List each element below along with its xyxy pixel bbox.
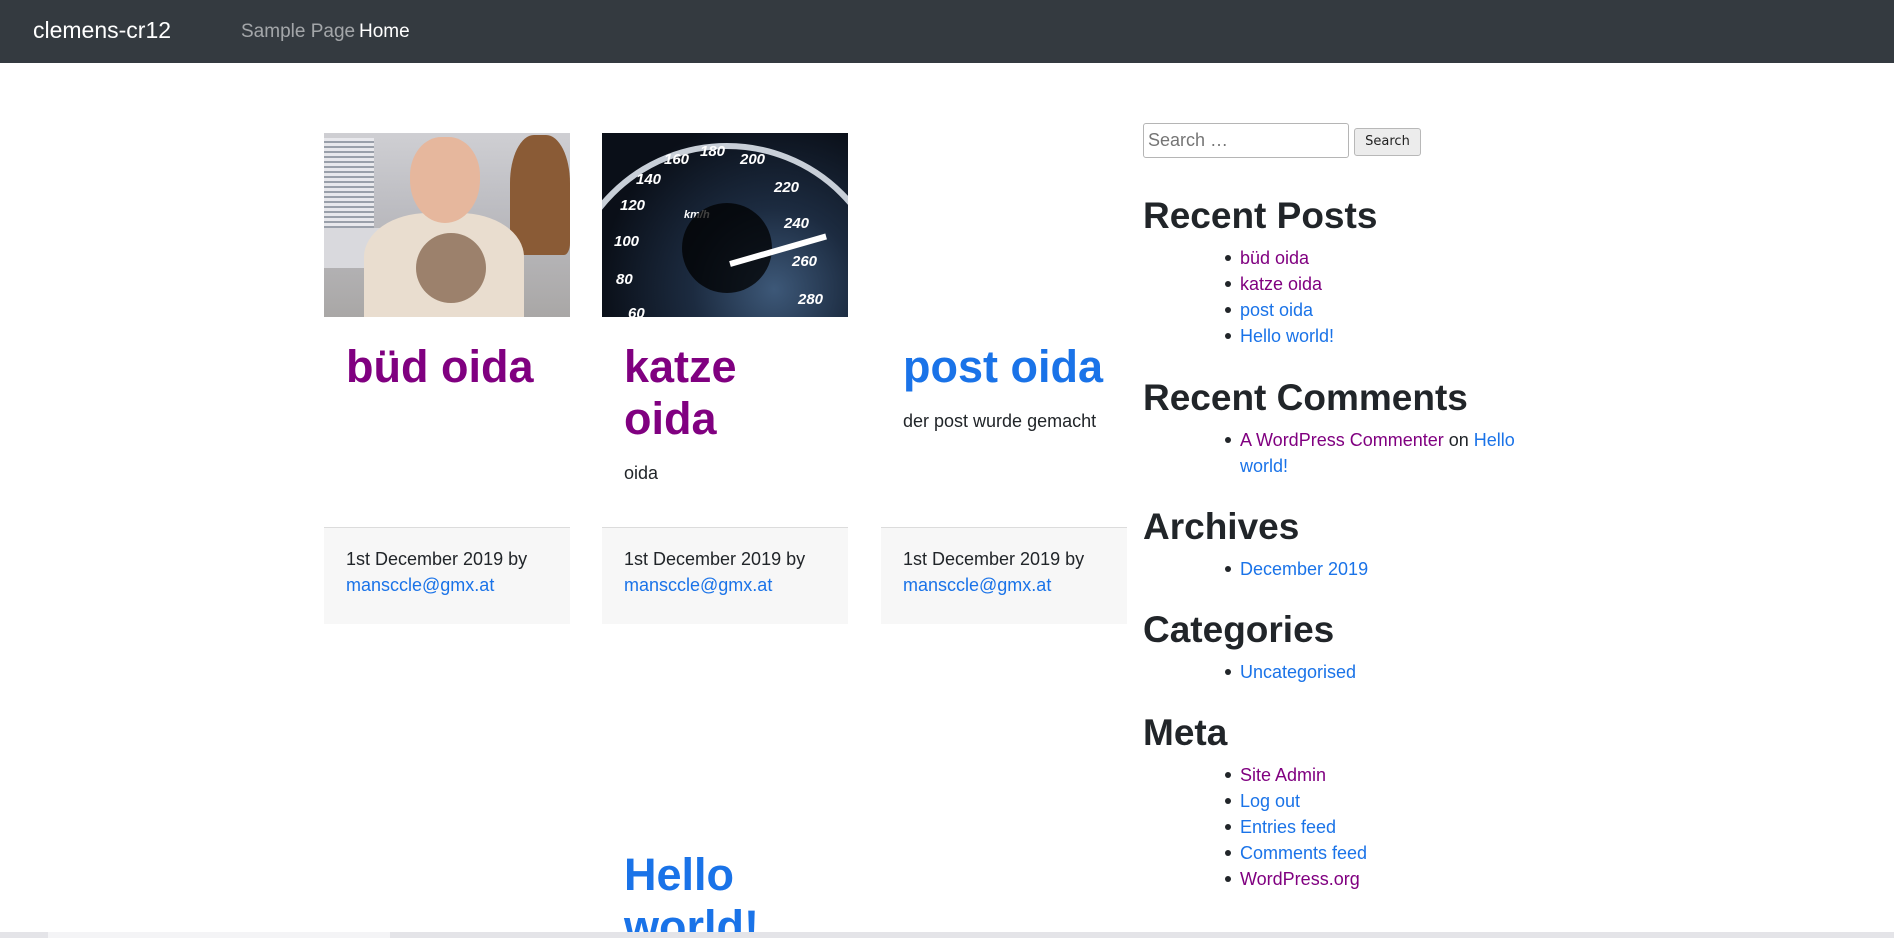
archives-list: December 2019: [1224, 556, 1368, 582]
list-item: Comments feed: [1224, 840, 1367, 866]
gauge-tick-label: 100: [614, 233, 640, 250]
gauge-tick-label: 240: [784, 215, 810, 232]
recent-post-link[interactable]: büd oida: [1240, 248, 1309, 268]
list-item: Site Admin: [1224, 762, 1367, 788]
category-link[interactable]: Uncategorised: [1240, 662, 1356, 682]
recent-post-link[interactable]: Hello world!: [1240, 326, 1334, 346]
post-title-link[interactable]: post oida: [903, 341, 1103, 392]
post-author-link[interactable]: mansccle@gmx.at: [346, 575, 494, 595]
recent-post-link[interactable]: post oida: [1240, 300, 1313, 320]
list-item: Log out: [1224, 788, 1367, 814]
comment-post-link[interactable]: world!: [1240, 456, 1288, 476]
post-card: post oida der post wurde gemacht 1st Dec…: [881, 133, 1127, 624]
categories-list: Uncategorised: [1224, 659, 1356, 685]
list-item: post oida: [1224, 297, 1334, 323]
list-item: A WordPress Commenter on Hello world!: [1225, 427, 1530, 479]
gauge-tick-label: 80: [616, 271, 633, 288]
post-title-link[interactable]: büd oida: [346, 341, 533, 392]
search-button[interactable]: Search: [1354, 128, 1421, 156]
meta-link-entries-feed[interactable]: Entries feed: [1240, 817, 1336, 837]
comment-on-text: on: [1448, 430, 1469, 450]
gauge-tick-label: 220: [774, 179, 800, 196]
post-title-link[interactable]: Hello world!: [624, 849, 774, 938]
person-shape: [510, 135, 570, 255]
gauge-tick-label: 140: [636, 171, 662, 188]
post-date-by: 1st December 2019 by: [346, 549, 528, 569]
meta-link-wordpress-org[interactable]: WordPress.org: [1240, 869, 1360, 889]
silhouette-shape: [682, 203, 772, 293]
recent-posts-title: Recent Posts: [1143, 195, 1378, 236]
list-item: büd oida: [1224, 245, 1334, 271]
commenter-link[interactable]: A WordPress Commenter: [1240, 430, 1444, 450]
recent-posts-list: büd oida katze oida post oida Hello worl…: [1224, 245, 1334, 349]
list-item: December 2019: [1224, 556, 1368, 582]
archive-link[interactable]: December 2019: [1240, 559, 1368, 579]
post-excerpt: oida: [624, 463, 659, 483]
nav-link-sample-page[interactable]: Sample Page: [241, 21, 355, 43]
post-author-link[interactable]: mansccle@gmx.at: [903, 575, 1051, 595]
post-thumbnail-empty: [881, 133, 1127, 317]
recent-post-link[interactable]: katze oida: [1240, 274, 1322, 294]
list-item: WordPress.org: [1224, 866, 1367, 892]
scrollbar-thumb[interactable]: [48, 932, 390, 938]
meta-title: Meta: [1143, 712, 1228, 753]
top-navbar: clemens-cr12 Sample Page Home: [0, 0, 1894, 63]
post-excerpt: der post wurde gemacht: [903, 411, 1097, 431]
tree-print-shape: [416, 233, 486, 303]
post-card: 60 80 100 120 140 160 180 200 220 240 26…: [602, 133, 848, 624]
list-item: Entries feed: [1224, 814, 1367, 840]
gauge-tick-label: 60: [628, 305, 645, 317]
post-author-link[interactable]: mansccle@gmx.at: [624, 575, 772, 595]
post-meta-footer: 1st December 2019 by mansccle@gmx.at: [881, 527, 1127, 624]
head-shape: [410, 137, 480, 223]
post-meta-footer: 1st December 2019 by mansccle@gmx.at: [602, 527, 848, 624]
post-date-by: 1st December 2019 by: [903, 549, 1085, 569]
meta-link-comments-feed[interactable]: Comments feed: [1240, 843, 1367, 863]
gauge-tick-label: 120: [620, 197, 646, 214]
post-date-by: 1st December 2019 by: [624, 549, 806, 569]
horizontal-scrollbar[interactable]: [0, 932, 1894, 938]
search-input[interactable]: [1143, 123, 1349, 158]
gauge-tick-label: 180: [700, 143, 726, 160]
post-meta-footer: 1st December 2019 by mansccle@gmx.at: [324, 527, 570, 624]
post-title-link[interactable]: katze oida: [624, 341, 764, 445]
gauge-tick-label: 280: [798, 291, 824, 308]
nav-link-home[interactable]: Home: [359, 21, 410, 43]
site-brand-link[interactable]: clemens-cr12: [33, 17, 171, 44]
post-thumbnail-image[interactable]: [324, 133, 570, 317]
list-item: Hello world!: [1224, 323, 1334, 349]
gauge-tick-label: 200: [740, 151, 766, 168]
recent-comments-title: Recent Comments: [1143, 377, 1468, 418]
post-card: büd oida 1st December 2019 by mansccle@g…: [324, 133, 570, 624]
meta-link-log-out[interactable]: Log out: [1240, 791, 1300, 811]
meta-list: Site Admin Log out Entries feed Comments…: [1224, 762, 1367, 892]
list-item: Uncategorised: [1224, 659, 1356, 685]
categories-title: Categories: [1143, 609, 1335, 650]
gauge-tick-label: 260: [792, 253, 818, 270]
comment-post-link[interactable]: Hello: [1474, 430, 1515, 450]
list-item: katze oida: [1224, 271, 1334, 297]
window-blind-shape: [324, 138, 374, 228]
meta-link-site-admin[interactable]: Site Admin: [1240, 765, 1326, 785]
recent-comments-list: A WordPress Commenter on Hello world!: [1225, 427, 1530, 479]
archives-title: Archives: [1143, 506, 1300, 547]
post-thumbnail-image[interactable]: 60 80 100 120 140 160 180 200 220 240 26…: [602, 133, 848, 317]
gauge-tick-label: 160: [664, 151, 690, 168]
